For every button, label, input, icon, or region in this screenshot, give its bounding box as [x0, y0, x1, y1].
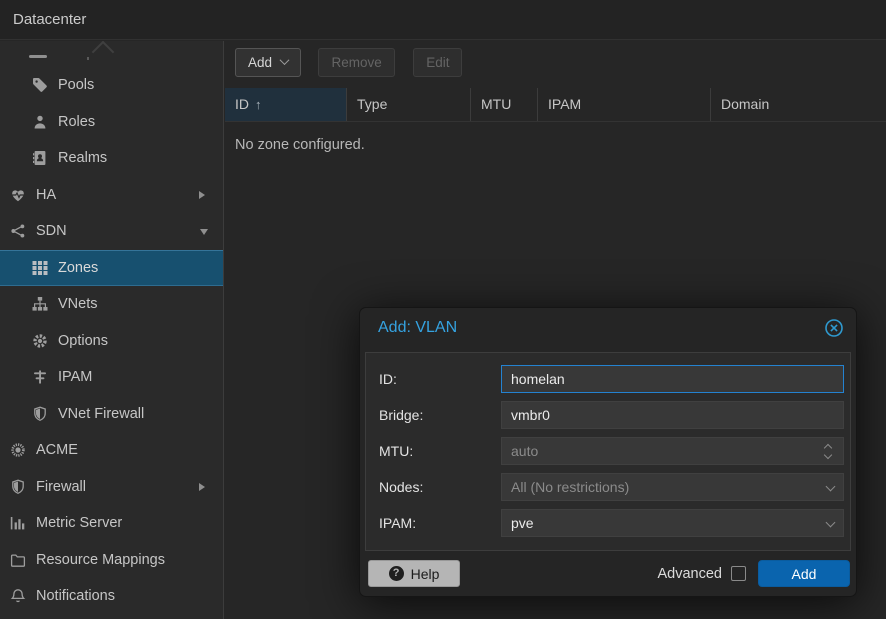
chevron-up-icon	[92, 41, 115, 63]
grid-icon	[32, 260, 48, 276]
sidebar-item-firewall[interactable]: Firewall	[0, 469, 223, 506]
advanced-label: Advanced	[658, 566, 723, 582]
sidebar-item-acme[interactable]: ACME	[0, 432, 223, 469]
column-header-type[interactable]: Type	[347, 88, 471, 121]
dash-icon	[29, 55, 47, 58]
network-nodes-icon	[10, 223, 26, 239]
sidebar-item-sdn[interactable]: SDN	[0, 213, 223, 250]
ipam-label: IPAM:	[379, 509, 416, 537]
nodes-label: Nodes:	[379, 473, 423, 501]
sidebar-item-label: ACME	[36, 442, 78, 458]
sidebar-item-label: Pools	[58, 77, 94, 93]
address-book-icon	[32, 150, 48, 166]
sidebar-item-label: Realms	[58, 150, 107, 166]
table-header: ID↑ Type MTU IPAM Domain	[225, 88, 886, 122]
sidebar-item-label: Firewall	[36, 479, 86, 495]
sidebar-item-label: Notifications	[36, 588, 115, 604]
bridge-input[interactable]	[501, 401, 844, 429]
add-vlan-dialog: Add: VLAN ID: Bridge: MTU: Nodes: IPAM:	[359, 307, 857, 597]
sort-asc-icon: ↑	[255, 97, 262, 112]
field-row-id: ID:	[366, 365, 850, 393]
sidebar-item-label: Zones	[58, 260, 98, 276]
question-circle-icon: ?	[389, 566, 404, 581]
field-row-bridge: Bridge:	[366, 401, 850, 429]
partially-visible-tree-item[interactable]	[0, 41, 223, 67]
mtu-label: MTU:	[379, 437, 413, 465]
tags-icon	[32, 77, 48, 93]
gear-icon	[32, 333, 48, 349]
certificate-icon	[10, 442, 26, 458]
add-button-label: Add	[248, 55, 272, 70]
id-input[interactable]	[501, 365, 844, 393]
edit-button[interactable]: Edit	[413, 48, 462, 77]
help-button-label: Help	[411, 566, 440, 582]
sidebar-item-label: Options	[58, 333, 108, 349]
sidebar-item-ha[interactable]: HA	[0, 177, 223, 214]
remove-button[interactable]: Remove	[318, 48, 394, 77]
close-icon[interactable]	[824, 318, 844, 338]
expand-right-icon[interactable]	[199, 191, 205, 199]
field-row-ipam: IPAM:	[366, 509, 850, 537]
sidebar-item-ipam[interactable]: IPAM	[0, 359, 223, 396]
field-row-mtu: MTU:	[366, 437, 850, 465]
expand-right-icon[interactable]	[199, 483, 205, 491]
column-header-mtu[interactable]: MTU	[471, 88, 538, 121]
dialog-title: Add: VLAN	[378, 319, 457, 337]
dot-glyph	[87, 57, 89, 60]
add-button[interactable]: Add	[235, 48, 301, 77]
ipam-select[interactable]	[501, 509, 844, 537]
spinner-down-icon	[824, 451, 832, 459]
bar-chart-icon	[10, 515, 26, 531]
sidebar-item-label: Metric Server	[36, 515, 122, 531]
sidebar-item-label: HA	[36, 187, 56, 203]
column-header-domain[interactable]: Domain	[711, 88, 886, 121]
help-button[interactable]: ? Help	[368, 560, 460, 587]
field-row-nodes: Nodes:	[366, 473, 850, 501]
bridge-label: Bridge:	[379, 401, 423, 429]
mtu-input[interactable]	[501, 437, 844, 465]
expand-down-icon[interactable]	[200, 229, 208, 235]
sidebar-item-label: SDN	[36, 223, 67, 239]
page-title: Datacenter	[13, 0, 86, 40]
sidebar-item-options[interactable]: Options	[0, 323, 223, 360]
advanced-checkbox[interactable]	[731, 566, 746, 581]
sidebar-item-pools[interactable]: Pools	[0, 67, 223, 104]
sidebar-item-metric-server[interactable]: Metric Server	[0, 505, 223, 542]
folder-icon	[10, 552, 26, 568]
chevron-down-icon	[280, 55, 290, 65]
sitemap-icon	[32, 296, 48, 312]
number-spinner[interactable]	[822, 437, 836, 465]
sidebar-item-vnets[interactable]: VNets	[0, 286, 223, 323]
dialog-form: ID: Bridge: MTU: Nodes: IPAM:	[365, 352, 851, 551]
sidebar-item-label: VNets	[58, 296, 98, 312]
sidebar-item-realms[interactable]: Realms	[0, 140, 223, 177]
sidebar-item-roles[interactable]: Roles	[0, 104, 223, 141]
zones-toolbar: Add Remove Edit	[225, 41, 886, 88]
nodes-select[interactable]	[501, 473, 844, 501]
ipam-icon	[32, 369, 48, 385]
heartbeat-icon	[10, 187, 26, 203]
empty-table-message: No zone configured.	[225, 122, 886, 153]
sidebar-item-notifications[interactable]: Notifications	[0, 578, 223, 615]
dialog-add-button[interactable]: Add	[758, 560, 850, 587]
sidebar-item-label: IPAM	[58, 369, 92, 385]
sidebar-item-label: Resource Mappings	[36, 552, 165, 568]
sidebar-item-vnet-firewall[interactable]: VNet Firewall	[0, 396, 223, 433]
shield-icon	[10, 479, 26, 495]
user-icon	[32, 114, 48, 130]
sidebar-item-label: VNet Firewall	[58, 406, 144, 422]
column-header-ipam[interactable]: IPAM	[538, 88, 711, 121]
dialog-footer: ? Help Advanced Add	[360, 551, 856, 596]
shield-icon	[32, 406, 48, 422]
sidebar-item-label: Roles	[58, 114, 95, 130]
bell-icon	[10, 588, 26, 604]
top-bar: Datacenter	[0, 0, 886, 40]
sidebar-item-zones[interactable]: Zones	[0, 250, 223, 287]
sidebar: Pools Roles Realms HA SDN Zones VNets Op…	[0, 41, 224, 619]
sidebar-item-resource-mappings[interactable]: Resource Mappings	[0, 542, 223, 579]
id-label: ID:	[379, 365, 397, 393]
column-header-id[interactable]: ID↑	[225, 88, 347, 121]
